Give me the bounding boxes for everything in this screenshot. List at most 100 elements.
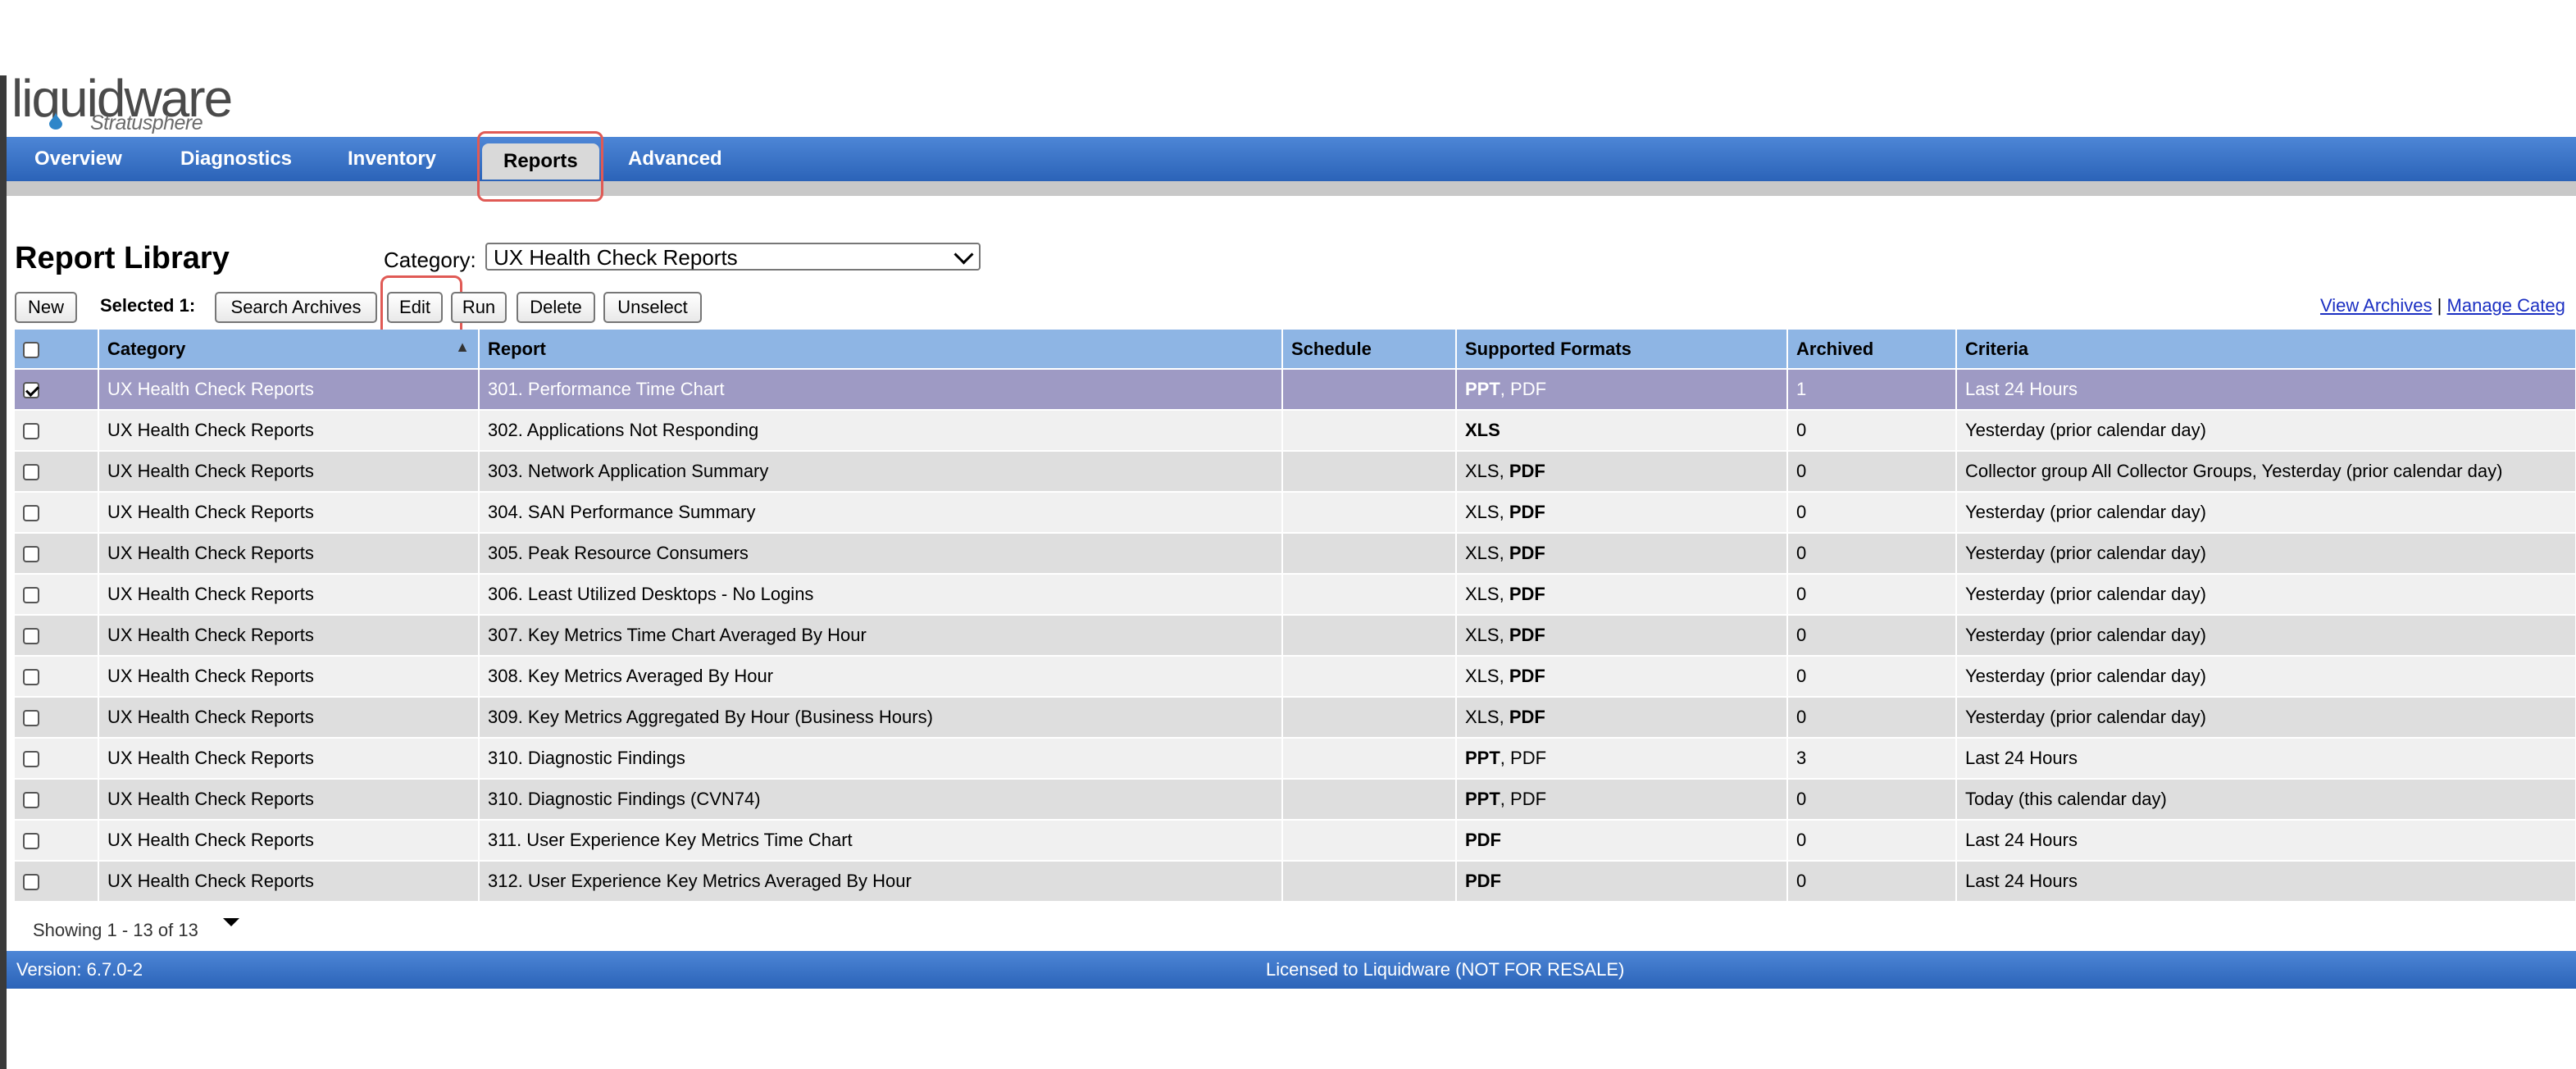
format-primary: PPT [1465,379,1500,399]
header-supported-formats[interactable]: Supported Formats [1456,330,1788,369]
run-button[interactable]: Run [451,292,507,323]
table-row[interactable]: UX Health Check Reports 312. User Experie… [15,860,2576,901]
format-primary: XLS [1465,420,1500,440]
cell-report[interactable]: 312. User Experience Key Metrics Average… [479,860,1283,901]
cell-formats: XLS, PDF [1456,696,1788,738]
format-secondary: PDF [1510,789,1547,809]
table-row[interactable]: UX Health Check Reports 306. Least Utiliz… [15,573,2576,615]
cell-archived: 0 [1787,819,1957,861]
select-all-checkbox[interactable] [23,341,39,358]
row-checkbox[interactable] [23,382,39,399]
table-row[interactable]: UX Health Check Reports 301. Performance … [15,368,2576,410]
format-primary: PPT [1465,748,1500,768]
row-checkbox[interactable] [23,669,39,686]
version-label: Version: 6.7.0-2 [16,959,143,980]
cell-report[interactable]: 303. Network Application Summary [479,450,1283,492]
view-archives-link[interactable]: View Archives [2320,295,2433,316]
cell-report[interactable]: 305. Peak Resource Consumers [479,532,1283,574]
header-report[interactable]: Report [479,330,1283,369]
row-checkbox[interactable] [23,505,39,522]
table-row[interactable]: UX Health Check Reports 302. Applications… [15,409,2576,451]
row-checkbox[interactable] [23,833,39,850]
cell-schedule [1282,409,1457,451]
category-select[interactable]: UX Health Check Reports [485,243,981,271]
header-category[interactable]: Category ▲ [98,330,480,369]
cell-report[interactable]: 306. Least Utilized Desktops - No Logins [479,573,1283,615]
row-checkbox[interactable] [23,751,39,768]
cell-report[interactable]: 302. Applications Not Responding [479,409,1283,451]
row-checkbox[interactable] [23,874,39,891]
cell-archived: 0 [1787,532,1957,574]
cell-archived: 0 [1787,696,1957,738]
format-secondary: PDF [1510,379,1547,399]
header-archived[interactable]: Archived [1787,330,1957,369]
cell-formats: XLS [1456,409,1788,451]
row-checkbox[interactable] [23,710,39,727]
tab-inventory[interactable]: Inventory [348,137,436,181]
row-checkbox[interactable] [23,628,39,645]
row-checkbox[interactable] [23,587,39,604]
cell-archived: 0 [1787,573,1957,615]
cell-archived: 0 [1787,491,1957,533]
table-row[interactable]: UX Health Check Reports 311. User Experie… [15,819,2576,861]
row-checkbox[interactable] [23,546,39,563]
table-row[interactable]: UX Health Check Reports 309. Key Metrics … [15,696,2576,738]
cell-formats: XLS, PDF [1456,655,1788,697]
edit-button[interactable]: Edit [387,292,443,323]
row-select-cell [15,737,99,779]
report-links: View Archives | Manage Categ [2320,295,2565,316]
cell-archived: 0 [1787,614,1957,656]
cell-report[interactable]: 311. User Experience Key Metrics Time Ch… [479,819,1283,861]
nav-sub-strip [7,181,2576,196]
search-archives-button[interactable]: Search Archives [215,292,377,323]
row-select-cell [15,778,99,820]
cell-report[interactable]: 310. Diagnostic Findings (CVN74) [479,778,1283,820]
row-checkbox[interactable] [23,464,39,481]
cell-report[interactable]: 304. SAN Performance Summary [479,491,1283,533]
tab-overview[interactable]: Overview [34,137,122,181]
main-nav: Overview Diagnostics Inventory Reports A… [7,137,2576,181]
cell-criteria: Yesterday (prior calendar day) [1956,491,2576,533]
format-secondary: PDF [1509,502,1545,522]
table-row[interactable]: UX Health Check Reports 310. Diagnostic F… [15,778,2576,820]
row-checkbox[interactable] [23,423,39,440]
page-size-dropdown-icon[interactable] [223,918,239,926]
cell-category: UX Health Check Reports [98,819,480,861]
cell-report[interactable]: 309. Key Metrics Aggregated By Hour (Bus… [479,696,1283,738]
cell-category: UX Health Check Reports [98,696,480,738]
window-left-edge [0,75,7,1069]
liquidware-logo: liquidware Stratusphere [11,69,233,139]
cell-schedule [1282,532,1457,574]
format-primary: XLS [1465,461,1500,481]
manage-categories-link[interactable]: Manage Categ [2447,295,2565,316]
row-checkbox[interactable] [23,792,39,809]
table-row[interactable]: UX Health Check Reports 307. Key Metrics … [15,614,2576,656]
pagination-status: Showing 1 - 13 of 13 [33,920,198,940]
table-row[interactable]: UX Health Check Reports 310. Diagnostic F… [15,737,2576,779]
table-row[interactable]: UX Health Check Reports 304. SAN Performa… [15,491,2576,533]
unselect-button[interactable]: Unselect [603,292,702,323]
row-select-cell [15,491,99,533]
tab-advanced[interactable]: Advanced [628,137,722,181]
cell-report[interactable]: 307. Key Metrics Time Chart Averaged By … [479,614,1283,656]
table-header-row: Category ▲ Report Schedule Supported Form… [15,330,2576,369]
category-select-value: UX Health Check Reports [494,245,738,270]
format-separator: , [1499,707,1509,727]
cell-category: UX Health Check Reports [98,532,480,574]
header-schedule[interactable]: Schedule [1282,330,1457,369]
cell-report[interactable]: 308. Key Metrics Averaged By Hour [479,655,1283,697]
new-button[interactable]: New [15,292,77,323]
selected-count-label: Selected 1: [100,295,196,316]
select-all-cell [15,330,99,369]
header-criteria[interactable]: Criteria [1956,330,2576,369]
row-select-cell [15,368,99,410]
table-row[interactable]: UX Health Check Reports 305. Peak Resourc… [15,532,2576,574]
delete-button[interactable]: Delete [517,292,595,323]
tab-diagnostics[interactable]: Diagnostics [180,137,292,181]
cell-report[interactable]: 301. Performance Time Chart [479,368,1283,410]
logo-product-name: Stratusphere [90,111,203,134]
cell-report[interactable]: 310. Diagnostic Findings [479,737,1283,779]
table-row[interactable]: UX Health Check Reports 303. Network Appl… [15,450,2576,492]
table-row[interactable]: UX Health Check Reports 308. Key Metrics … [15,655,2576,697]
format-secondary: PDF [1509,666,1545,686]
